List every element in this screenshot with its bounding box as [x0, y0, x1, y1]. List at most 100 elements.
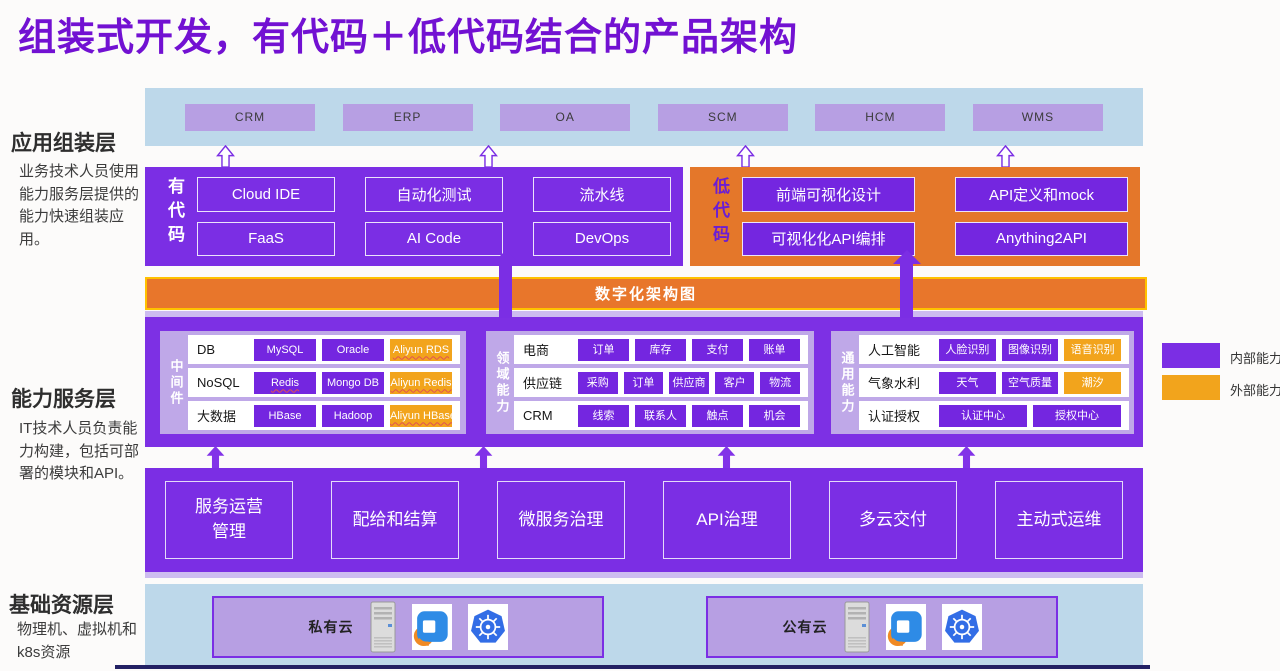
capability-chip: 天气: [939, 372, 996, 394]
row-label: NoSQL: [197, 375, 251, 390]
row-label: 气象水利: [868, 373, 936, 392]
legend-swatch-internal: [1162, 343, 1220, 368]
kubernetes-icon: [942, 604, 982, 650]
capability-chip: HBase: [254, 405, 316, 427]
capability-row: NoSQL Redis Mongo DB Aliyun Redis: [188, 368, 460, 397]
server-icon: [844, 601, 870, 653]
group-label: 领域能力: [490, 335, 514, 430]
pro-code-label: 有代码: [161, 177, 187, 256]
capability-chip: Aliyun HBase: [390, 405, 452, 427]
row-label: 电商: [523, 340, 575, 359]
layer-heading-capability: 能力服务层: [11, 383, 116, 413]
capability-chip: 订单: [578, 339, 629, 361]
services-band: 服务运营管理 配给和结算 微服务治理 API治理 多云交付 主动式运维: [145, 468, 1143, 572]
capability-chip: 认证中心: [939, 405, 1027, 427]
up-arrow-icon: [478, 145, 499, 168]
layer-desc-infra: 物理机、虚拟机和k8s资源: [17, 619, 139, 664]
capability-chip: 图像识别: [1002, 339, 1059, 361]
row-label: 人工智能: [868, 340, 936, 359]
digital-architecture-band: 数字化架构图: [145, 277, 1147, 310]
low-code-grid: 前端可视化设计 API定义和mock 可视化化API编排 Anything2AP…: [742, 177, 1128, 256]
capability-chip: 触点: [692, 405, 743, 427]
row-label: 大数据: [197, 406, 251, 425]
capability-chip: 订单: [624, 372, 664, 394]
capability-row: 认证授权 认证中心 授权中心: [859, 401, 1129, 430]
service-box: 主动式运维: [995, 481, 1123, 559]
up-arrow-icon: [205, 446, 226, 469]
capability-chip: 人脸识别: [939, 339, 996, 361]
capability-row: DB MySQL Oracle Aliyun RDS: [188, 335, 460, 364]
up-arrow-icon: [473, 446, 494, 469]
app-box-scm: SCM: [658, 104, 788, 131]
capability-chip: Redis: [254, 372, 316, 394]
up-arrow-icon: [735, 145, 756, 168]
capability-chip: MySQL: [254, 339, 316, 361]
capability-group-middleware: 中间件 DB MySQL Oracle Aliyun RDS NoSQL Red…: [160, 331, 466, 434]
capability-chip: 线索: [578, 405, 629, 427]
pro-code-item: 流水线: [533, 177, 671, 212]
low-code-item: 前端可视化设计: [742, 177, 915, 212]
service-box: 微服务治理: [497, 481, 625, 559]
up-arrow-icon: [716, 446, 737, 469]
capability-chip: Oracle: [322, 339, 384, 361]
capability-chip: 供应商: [669, 372, 709, 394]
capability-chip: 客户: [715, 372, 755, 394]
capability-chip: 采购: [578, 372, 618, 394]
capability-row: 电商 订单 库存 支付 账单: [514, 335, 808, 364]
private-cloud-box: 私有云: [212, 596, 604, 658]
capability-row: 供应链 采购 订单 供应商 客户 物流: [514, 368, 808, 397]
connector-arrow-up: [893, 250, 921, 264]
layer-heading-app: 应用组装层: [11, 127, 116, 157]
row-label: CRM: [523, 408, 575, 423]
group-label: 中间件: [164, 335, 188, 430]
capability-chip: Aliyun Redis: [390, 372, 452, 394]
capability-chip: 库存: [635, 339, 686, 361]
service-box: 配给和结算: [331, 481, 459, 559]
app-box-oa: OA: [500, 104, 630, 131]
application-band: CRM ERP OA SCM HCM WMS: [145, 88, 1143, 146]
low-code-item: 可视化化API编排: [742, 222, 915, 257]
legend-label-external: 外部能力: [1230, 380, 1280, 399]
service-box: 服务运营管理: [165, 481, 293, 559]
low-code-label: 低代码: [706, 177, 732, 256]
capability-row: CRM 线索 联系人 触点 机会: [514, 401, 808, 430]
divider-strip: [145, 572, 1143, 578]
low-code-item: API定义和mock: [955, 177, 1128, 212]
capability-chip: 语音识别: [1064, 339, 1121, 361]
layer-desc-app: 业务技术人员使用能力服务层提供的能力快速组装应用。: [19, 161, 141, 251]
connector-arrow-up: [499, 263, 512, 318]
capability-chip: 联系人: [635, 405, 686, 427]
pro-code-grid: Cloud IDE 自动化测试 流水线 FaaS AI Code DevOps: [197, 177, 671, 256]
capability-chip: Hadoop: [322, 405, 384, 427]
low-code-item: Anything2API: [955, 222, 1128, 257]
pro-code-item: FaaS: [197, 222, 335, 257]
row-label: 供应链: [523, 373, 575, 392]
row-label: 认证授权: [868, 406, 936, 425]
cloud-label: 公有云: [783, 617, 828, 637]
layer-heading-infra: 基础资源层: [9, 589, 114, 619]
app-box-wms: WMS: [973, 104, 1103, 131]
legend-label-internal: 内部能力: [1230, 348, 1280, 367]
legend-swatch-external: [1162, 375, 1220, 400]
kubernetes-icon: [468, 604, 508, 650]
pro-code-item: DevOps: [533, 222, 671, 257]
capability-chip: Aliyun RDS: [390, 339, 452, 361]
pro-code-item: Cloud IDE: [197, 177, 335, 212]
group-label: 通用能力: [835, 335, 859, 430]
capability-chip: 空气质量: [1002, 372, 1059, 394]
capability-chip: Mongo DB: [322, 372, 384, 394]
app-box-erp: ERP: [343, 104, 473, 131]
capability-chip: 机会: [749, 405, 800, 427]
bottom-divider: [115, 665, 1150, 669]
up-arrow-icon: [956, 446, 977, 469]
capability-group-general: 通用能力 人工智能 人脸识别 图像识别 语音识别 气象水利 天气 空气质量 潮汐…: [831, 331, 1134, 434]
public-cloud-box: 公有云: [706, 596, 1058, 658]
capability-chip: 物流: [760, 372, 800, 394]
architecture-slide: 组装式开发，有代码＋低代码结合的产品架构 应用组装层 业务技术人员使用能力服务层…: [0, 0, 1280, 671]
connector-arrow-up: [900, 263, 913, 318]
service-box: API治理: [663, 481, 791, 559]
capability-chip: 授权中心: [1033, 405, 1121, 427]
app-box-hcm: HCM: [815, 104, 945, 131]
pro-code-band: 有代码 Cloud IDE 自动化测试 流水线 FaaS AI Code Dev…: [145, 167, 683, 266]
pro-code-item: 自动化测试: [365, 177, 503, 212]
